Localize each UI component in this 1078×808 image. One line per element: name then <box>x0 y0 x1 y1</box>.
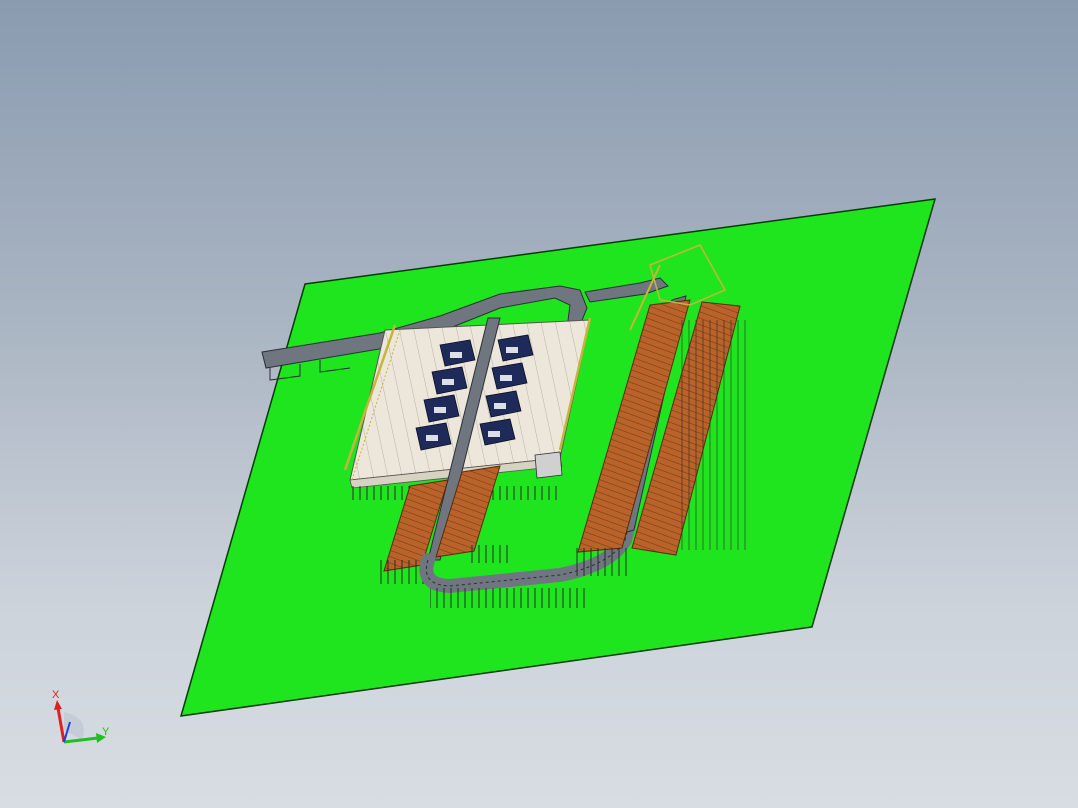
x-axis-label: X <box>52 689 60 701</box>
orientation-triad: X Y <box>52 689 110 744</box>
3d-viewport[interactable]: X Y <box>0 0 1078 808</box>
triad-z-arc <box>64 712 84 740</box>
y-axis-label: Y <box>102 726 110 738</box>
y-axis-icon <box>63 736 99 744</box>
model-scene[interactable] <box>0 0 1078 808</box>
x-axis-icon <box>56 707 66 743</box>
